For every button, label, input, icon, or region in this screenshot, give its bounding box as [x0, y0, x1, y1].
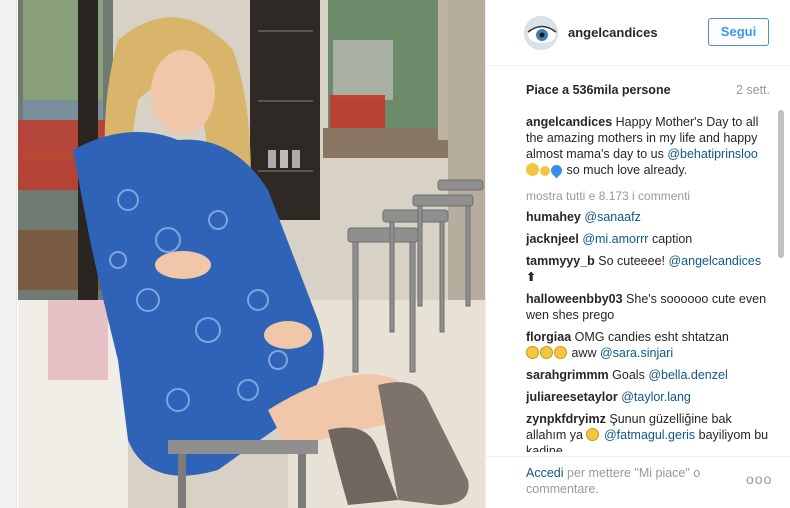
comment-text: caption	[651, 232, 693, 246]
scream-emoji-icon	[540, 346, 553, 359]
comment-username[interactable]: zynpkfdryimz	[526, 412, 606, 426]
kiss-emoji-icon	[526, 163, 539, 176]
comment-mention[interactable]: @taylor.lang	[621, 390, 691, 404]
post-header: angelcandices Segui	[486, 0, 790, 66]
blue-heart-icon	[548, 162, 565, 179]
smile-emoji-icon	[540, 166, 550, 176]
comment-username[interactable]: tammyyy_b	[526, 254, 595, 268]
post-side-panel: angelcandices Segui Piace a 536mila pers…	[485, 0, 790, 508]
follow-button[interactable]: Segui	[708, 18, 769, 46]
comment-text: Goals	[612, 368, 645, 382]
comment-text: So cuteeee!	[598, 254, 665, 268]
login-link[interactable]: Accedi	[526, 466, 564, 480]
comment-username[interactable]: juliareesetaylor	[526, 390, 618, 404]
comment-item: juliareesetaylor @taylor.lang	[526, 389, 770, 405]
show-all-comments-link[interactable]: mostra tutti e 8.173 i commenti	[526, 189, 770, 203]
header-username[interactable]: angelcandices	[568, 25, 658, 40]
comments-list: angelcandices Happy Mother's Day to all …	[526, 114, 770, 452]
likes-count[interactable]: Piace a 536mila persone	[526, 83, 671, 97]
comment-mention[interactable]: @sara.sinjari	[600, 346, 673, 360]
login-prompt: Accedi per mettere "Mi piace" o commenta…	[526, 465, 726, 497]
comment-item: sarahgrimmm Goals @bella.denzel	[526, 367, 770, 383]
up-arrow-icon: ⬆	[526, 270, 537, 284]
comment-item: florgiaa OMG candies esht shtatzan aww @…	[526, 329, 770, 361]
caption-username[interactable]: angelcandices	[526, 115, 612, 129]
comment-item: jacknjeel @mi.amorrr caption	[526, 231, 770, 247]
comment-text: OMG candies esht shtatzan	[574, 330, 729, 344]
likes-row: Piace a 536mila persone 2 sett.	[526, 83, 770, 101]
comment-username[interactable]: florgiaa	[526, 330, 571, 344]
post-footer: Accedi per mettere "Mi piace" o commenta…	[486, 456, 790, 508]
comments-scrollbar[interactable]	[778, 110, 784, 455]
heart-eyes-emoji-icon	[554, 346, 567, 359]
post-photo	[18, 0, 485, 508]
more-options-icon[interactable]: ooo	[746, 471, 772, 487]
comment-username[interactable]: jacknjeel	[526, 232, 579, 246]
post-date[interactable]: 2 sett.	[736, 83, 770, 97]
comment-username[interactable]: sarahgrimmm	[526, 368, 609, 382]
comment-mention[interactable]: @bella.denzel	[648, 368, 727, 382]
scream-emoji-icon	[526, 346, 539, 359]
post-caption: angelcandices Happy Mother's Day to all …	[526, 114, 770, 179]
caption-text-after: so much love already.	[566, 163, 688, 177]
grin-emoji-icon	[586, 428, 600, 441]
comment-item: halloweenbby03 She's soooooo cute even w…	[526, 291, 770, 323]
left-edge-strip	[0, 0, 17, 508]
caption-mention[interactable]: @behatiprinsloo	[667, 147, 758, 161]
comment-text-aww: aww	[571, 346, 597, 360]
comment-item: tammyyy_b So cuteeee! @angelcandices ⬆	[526, 253, 770, 285]
comment-username[interactable]: humahey	[526, 210, 581, 224]
comment-mention[interactable]: @mi.amorrr	[582, 232, 648, 246]
comment-mention[interactable]: @sanaafz	[584, 210, 640, 224]
comment-item: humahey @sanaafz	[526, 209, 770, 225]
comment-mention[interactable]: @fatmagul.geris	[604, 428, 695, 442]
avatar-eye-icon[interactable]	[524, 16, 558, 50]
scrollbar-thumb[interactable]	[778, 110, 784, 258]
comment-username[interactable]: halloweenbby03	[526, 292, 623, 306]
photo-illustration	[18, 0, 485, 508]
comment-item: zynpkfdryimz Şunun güzelliğine bak allah…	[526, 411, 770, 452]
comment-mention[interactable]: @angelcandices	[668, 254, 761, 268]
